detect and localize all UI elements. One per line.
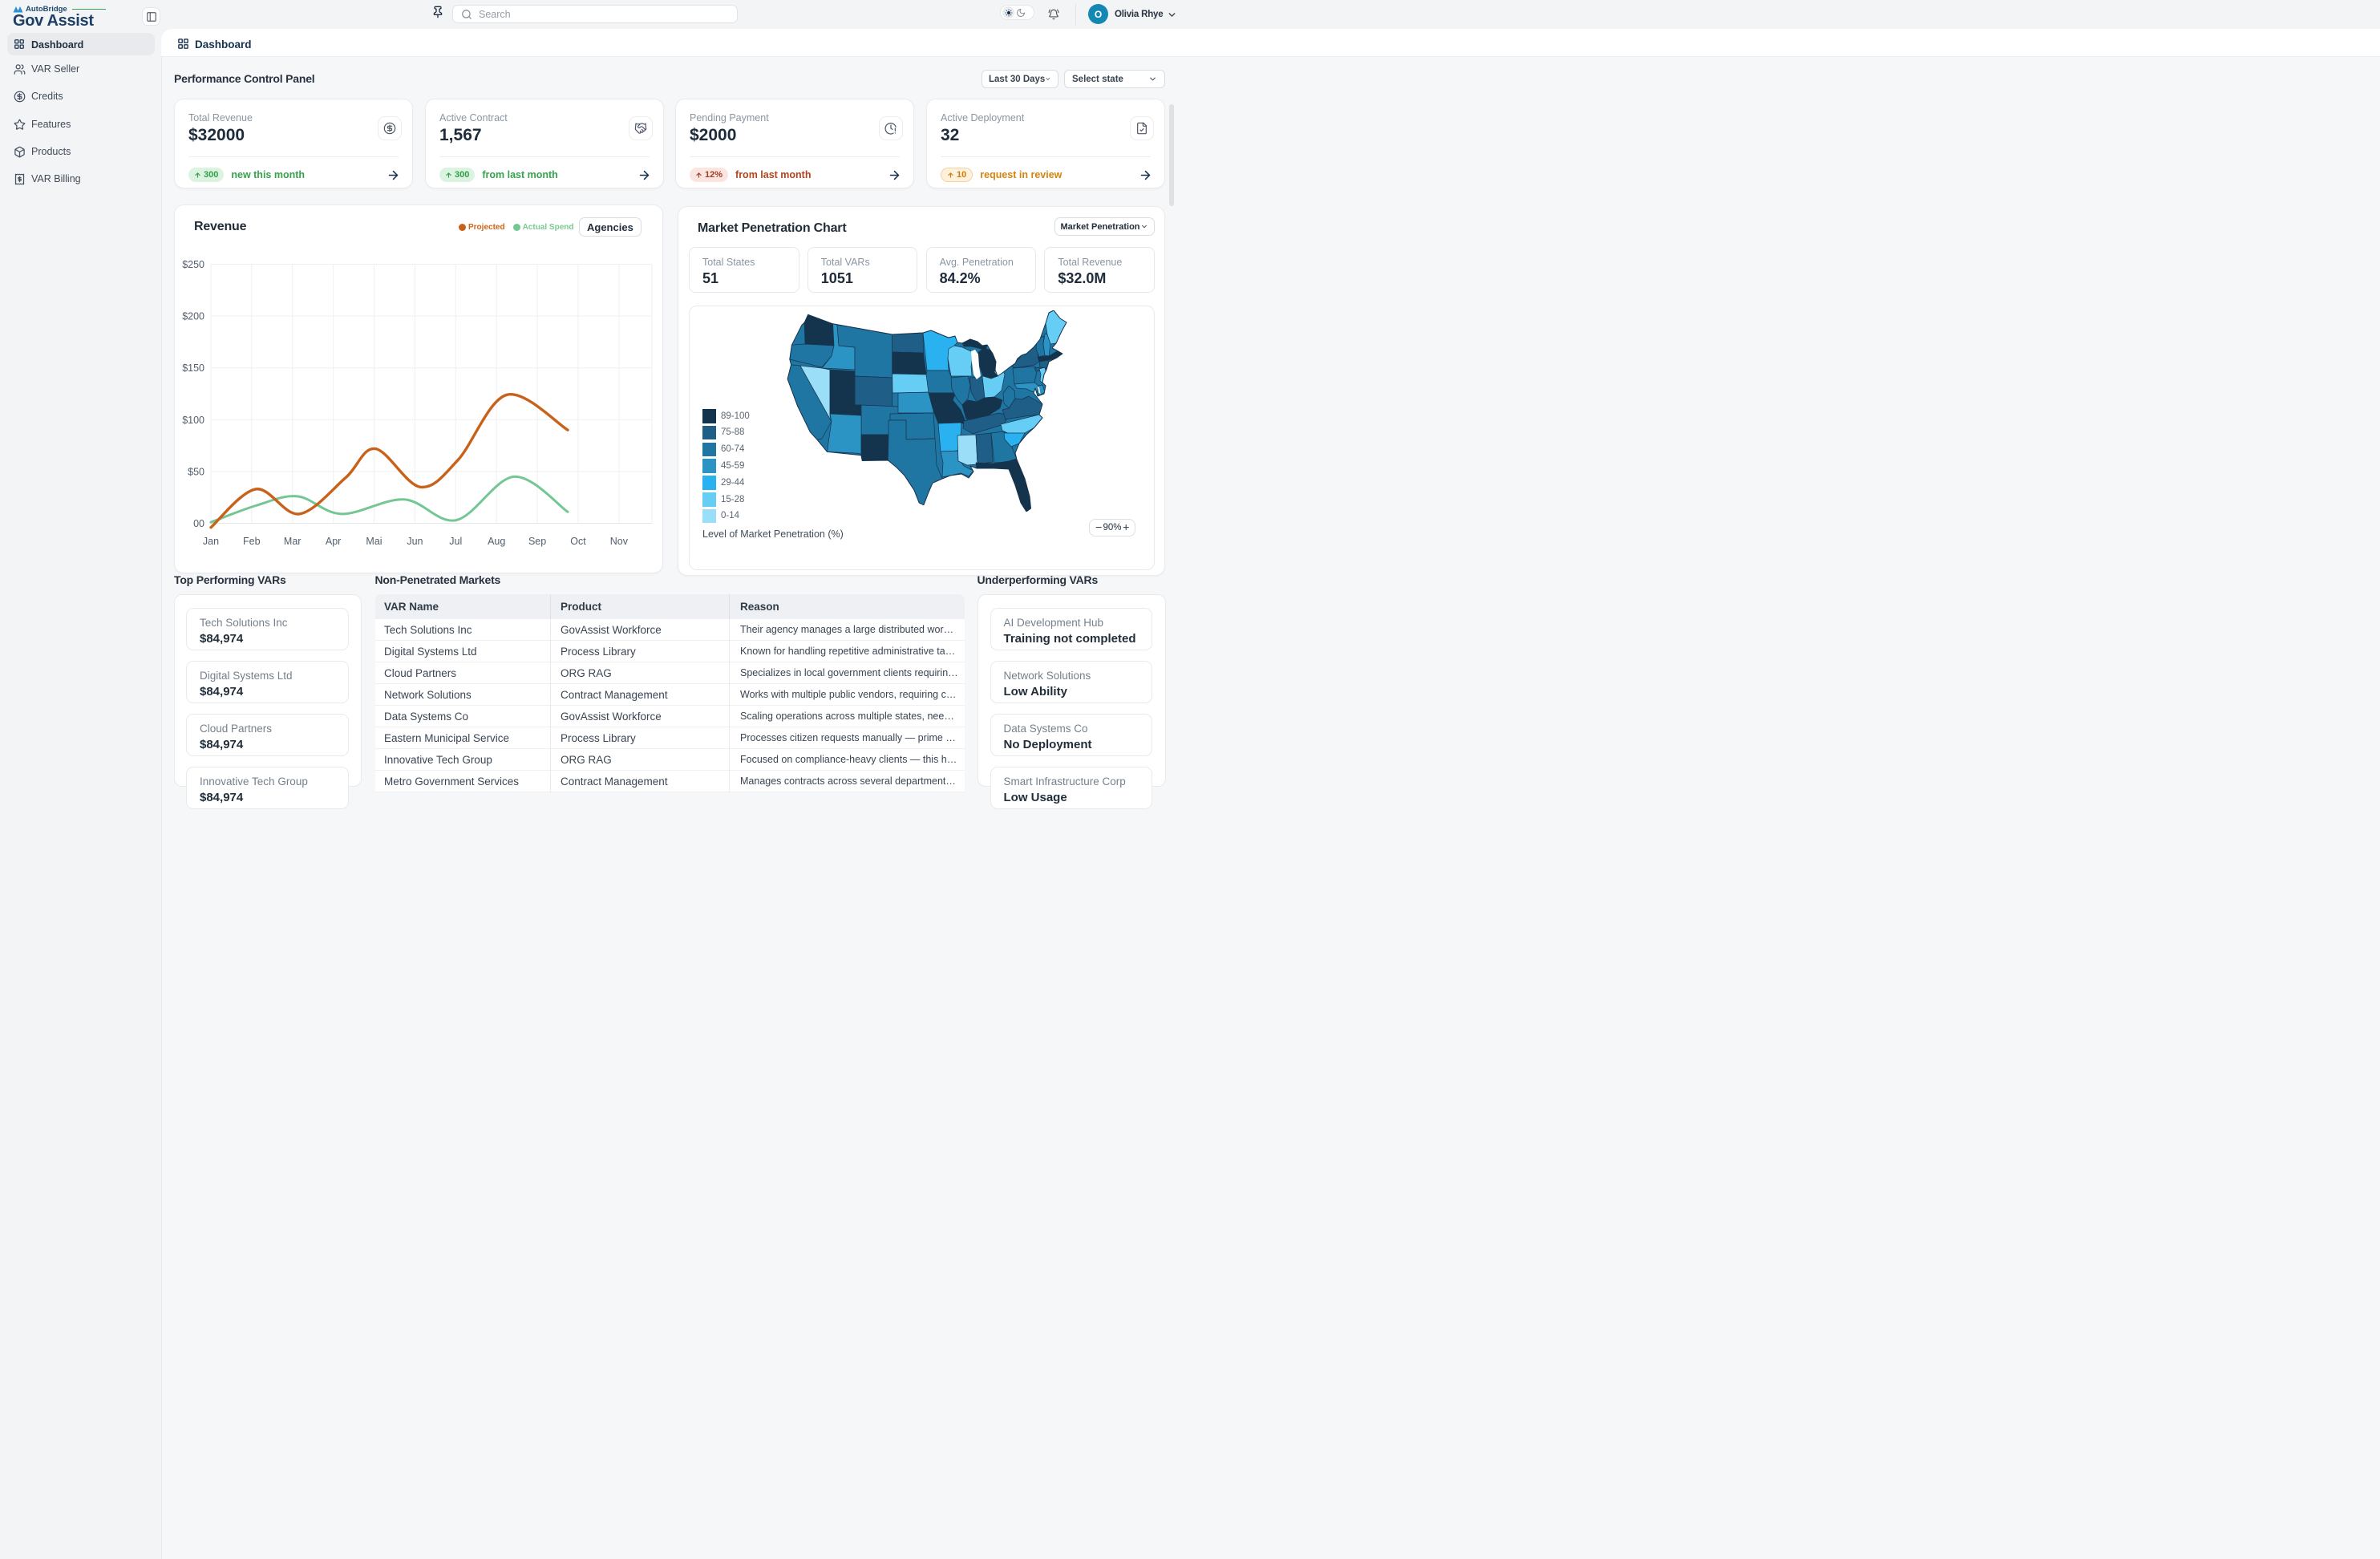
svg-text:Jan: Jan [203, 536, 219, 547]
svg-text:Jun: Jun [407, 536, 423, 547]
svg-text:Nov: Nov [610, 536, 629, 547]
svg-text:Jul: Jul [449, 536, 462, 547]
svg-text:$100: $100 [182, 415, 204, 426]
svg-text:Mai: Mai [366, 536, 382, 547]
svg-text:Aug: Aug [488, 536, 505, 547]
svg-text:Mar: Mar [284, 536, 302, 547]
svg-text:Feb: Feb [243, 536, 261, 547]
svg-text:Oct: Oct [570, 536, 586, 547]
svg-text:00: 00 [193, 518, 204, 529]
svg-text:$250: $250 [182, 259, 204, 270]
svg-text:$150: $150 [182, 362, 204, 374]
svg-text:$50: $50 [188, 466, 204, 477]
svg-text:$200: $200 [182, 311, 204, 322]
svg-text:Apr: Apr [326, 536, 341, 547]
svg-text:Sep: Sep [528, 536, 546, 547]
